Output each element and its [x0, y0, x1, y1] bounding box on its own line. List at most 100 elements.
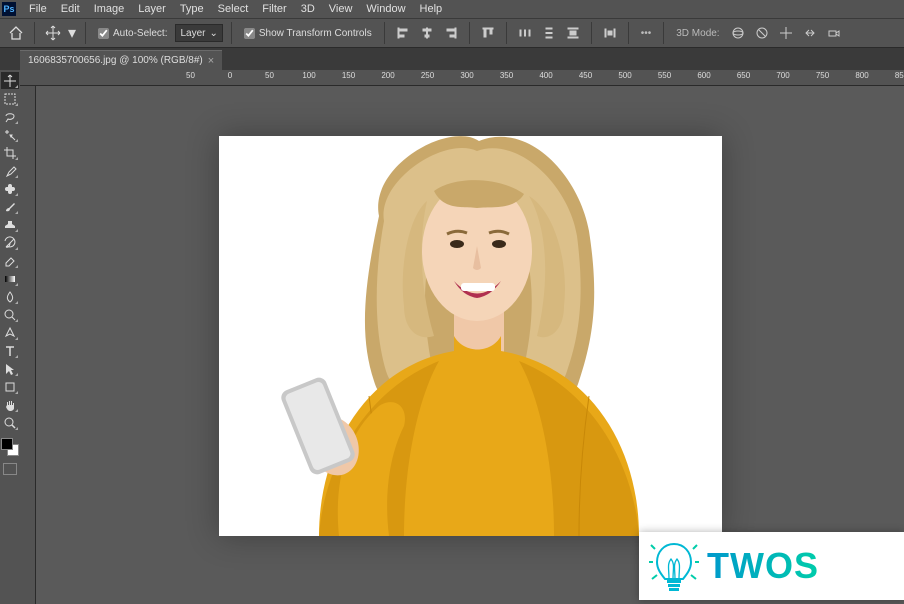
ruler-tick-label: 850 [895, 71, 904, 80]
history-brush-tool[interactable] [1, 234, 19, 251]
3d-roll-icon[interactable] [752, 23, 772, 43]
lasso-tool[interactable] [1, 108, 19, 125]
type-tool[interactable] [1, 342, 19, 359]
document-tab-bar: 1606835700656.jpg @ 100% (RGB/8#) × [0, 48, 904, 70]
menu-edit[interactable]: Edit [54, 1, 87, 17]
document-canvas[interactable] [219, 136, 722, 536]
tool-flyout-indicator-icon [15, 157, 18, 160]
auto-select-input[interactable] [98, 28, 109, 39]
tool-flyout-indicator-icon [15, 193, 18, 196]
quick-select-tool[interactable] [1, 126, 19, 143]
menu-3d[interactable]: 3D [294, 1, 322, 17]
menu-help[interactable]: Help [413, 1, 450, 17]
shape-tool[interactable] [1, 378, 19, 395]
eyedrop-tool[interactable] [1, 162, 19, 179]
distribute-vertical-icon[interactable] [563, 23, 583, 43]
ruler-tick-label: 450 [579, 71, 592, 80]
tool-flyout-indicator-icon [15, 211, 18, 214]
align-left-edges-icon[interactable] [393, 23, 413, 43]
move-tool-icon [43, 23, 63, 43]
align-horizontal-center-icon[interactable] [417, 23, 437, 43]
dodge-tool[interactable] [1, 306, 19, 323]
align-right-edges-icon[interactable] [441, 23, 461, 43]
dropdown-value: Layer [180, 28, 205, 39]
canvas-workspace[interactable] [36, 86, 904, 604]
separator [591, 22, 592, 44]
options-bar: ▾ Auto-Select: Layer ⌄ Show Transform Co… [0, 18, 904, 48]
brush-tool[interactable] [1, 198, 19, 215]
tool-flyout-indicator-icon [15, 175, 18, 178]
zoom-tool[interactable] [1, 414, 19, 431]
ruler-tick-label: 250 [421, 71, 434, 80]
crop-tool[interactable] [1, 144, 19, 161]
separator [85, 22, 86, 44]
hand-tool[interactable] [1, 396, 19, 413]
menu-select[interactable]: Select [211, 1, 256, 17]
home-button[interactable] [6, 23, 26, 43]
lightbulb-icon [649, 539, 699, 594]
separator [231, 22, 232, 44]
3d-orbit-icon[interactable] [728, 23, 748, 43]
menu-file[interactable]: File [22, 1, 54, 17]
close-tab-icon[interactable]: × [208, 55, 214, 67]
marquee-tool[interactable] [1, 90, 19, 107]
menu-filter[interactable]: Filter [255, 1, 293, 17]
tool-panel [0, 70, 20, 604]
separator [384, 22, 385, 44]
tool-flyout-indicator-icon [15, 265, 18, 268]
heal-tool[interactable] [1, 180, 19, 197]
3d-camera-icon[interactable] [824, 23, 844, 43]
menu-layer[interactable]: Layer [131, 1, 173, 17]
ruler-tick-label: 400 [539, 71, 552, 80]
stamp-tool[interactable] [1, 216, 19, 233]
align-top-edges-icon[interactable] [478, 23, 498, 43]
eraser-tool[interactable] [1, 252, 19, 269]
distribute-spacing-icon[interactable] [600, 23, 620, 43]
menu-type[interactable]: Type [173, 1, 211, 17]
ruler-tick-label: 350 [500, 71, 513, 80]
ruler-tick-label: 550 [658, 71, 671, 80]
tool-preset-dropdown-icon[interactable]: ▾ [67, 23, 77, 43]
move-tool[interactable] [1, 72, 19, 89]
3d-pan-icon[interactable] [776, 23, 796, 43]
distribute-horizontal-icon[interactable] [515, 23, 535, 43]
canvas-image [219, 136, 722, 536]
distribute-vertical-center-icon[interactable] [539, 23, 559, 43]
horizontal-ruler: 5005010015020025030035040045050055060065… [20, 70, 904, 86]
gradient-tool[interactable] [1, 270, 19, 287]
tool-flyout-indicator-icon [15, 121, 18, 124]
foreground-color-swatch[interactable] [1, 438, 13, 450]
more-options-button[interactable]: ••• [637, 28, 656, 39]
ruler-tick-label: 50 [265, 71, 274, 80]
ruler-tick-label: 750 [816, 71, 829, 80]
ruler-tick-label: 200 [381, 71, 394, 80]
ruler-tick-label: 800 [855, 71, 868, 80]
tool-flyout-indicator-icon [15, 319, 18, 322]
color-swatches[interactable] [1, 438, 19, 456]
show-transform-checkbox[interactable]: Show Transform Controls [240, 28, 376, 39]
document-tab[interactable]: 1606835700656.jpg @ 100% (RGB/8#) × [20, 50, 222, 70]
3d-slide-icon[interactable] [800, 23, 820, 43]
app-logo-icon: Ps [2, 2, 16, 16]
vertical-ruler [20, 86, 36, 604]
ruler-tick-label: 600 [697, 71, 710, 80]
blur-tool[interactable] [1, 288, 19, 305]
separator [663, 22, 664, 44]
tool-flyout-indicator-icon [15, 283, 18, 286]
separator [506, 22, 507, 44]
show-transform-input[interactable] [244, 28, 255, 39]
menu-image[interactable]: Image [87, 1, 132, 17]
pen-tool[interactable] [1, 324, 19, 341]
path-select-tool[interactable] [1, 360, 19, 377]
ruler-tick-label: 650 [737, 71, 750, 80]
menu-view[interactable]: View [322, 1, 360, 17]
menu-window[interactable]: Window [359, 1, 412, 17]
tool-flyout-indicator-icon [15, 85, 18, 88]
auto-select-checkbox[interactable]: Auto-Select: [94, 28, 171, 39]
separator [34, 22, 35, 44]
auto-select-target-dropdown[interactable]: Layer ⌄ [175, 24, 222, 42]
tool-flyout-indicator-icon [15, 337, 18, 340]
standard-mode-button[interactable] [3, 463, 17, 475]
tool-flyout-indicator-icon [15, 247, 18, 250]
tool-flyout-indicator-icon [15, 355, 18, 358]
